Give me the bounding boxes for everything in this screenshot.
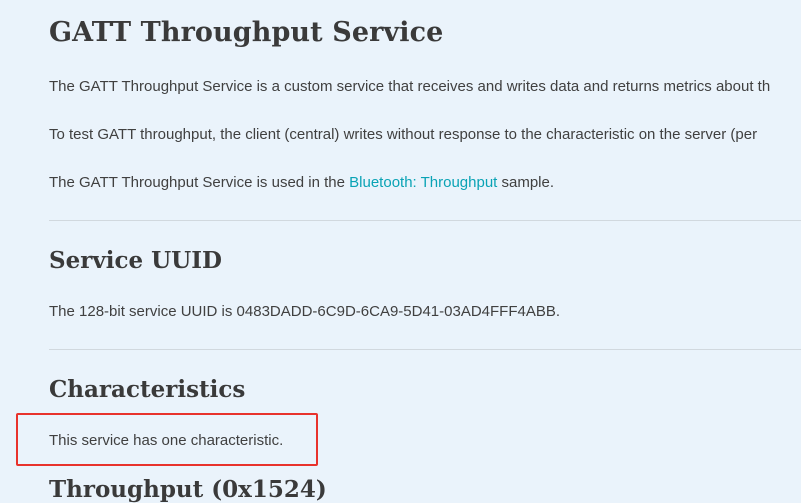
intro-paragraph-3: The GATT Throughput Service is used in t… bbox=[49, 173, 554, 193]
page-title: GATT Throughput Service bbox=[49, 17, 444, 48]
service-uuid-text: The 128-bit service UUID is 0483DADD-6C9… bbox=[49, 303, 561, 320]
characteristics-heading: Characteristics bbox=[49, 376, 246, 403]
throughput-sample-link[interactable]: Bluetooth: Throughput bbox=[349, 174, 497, 191]
throughput-characteristic-heading: Throughput (0x1524) bbox=[49, 476, 327, 503]
section-divider bbox=[49, 220, 801, 221]
intro-paragraph-2: To test GATT throughput, the client (cen… bbox=[49, 126, 758, 143]
intro-paragraph-1: The GATT Throughput Service is a custom … bbox=[49, 78, 771, 95]
intro-paragraph-3-after: sample. bbox=[497, 174, 555, 191]
highlight-annotation-box bbox=[16, 413, 318, 466]
service-uuid-heading: Service UUID bbox=[49, 247, 222, 274]
intro-paragraph-3-before: The GATT Throughput Service is used in t… bbox=[49, 174, 350, 191]
section-divider bbox=[49, 349, 801, 350]
